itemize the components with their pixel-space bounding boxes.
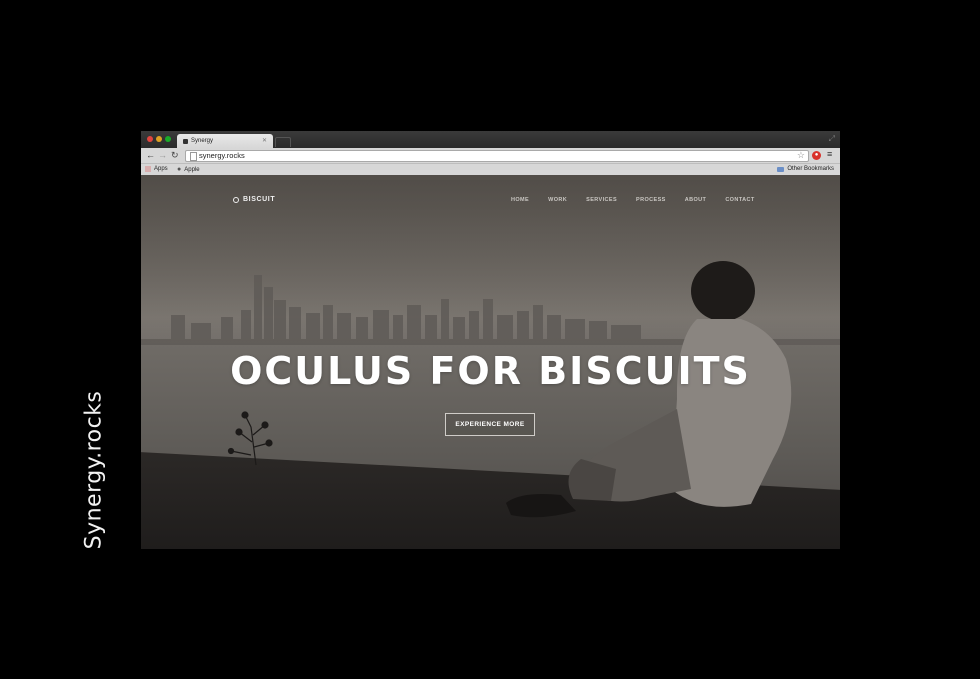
- back-arrow-icon[interactable]: ←: [146, 150, 155, 161]
- nav-home[interactable]: HOME: [511, 197, 529, 203]
- page-icon: [190, 152, 197, 161]
- bookmarks-bar: Apps ● Apple Other Bookmarks: [141, 164, 840, 175]
- menu-icon[interactable]: ≡: [827, 149, 832, 159]
- nav-work[interactable]: WORK: [548, 197, 567, 203]
- new-tab-button[interactable]: [275, 137, 291, 147]
- hero-title: OCULUS FOR BISCUITS: [230, 349, 751, 393]
- bookmark-apple-label: Apple: [184, 166, 200, 173]
- nav-about[interactable]: ABOUT: [685, 197, 707, 203]
- tab-synergy[interactable]: Synergy ✕: [177, 134, 273, 148]
- url-text[interactable]: synergy.rocks: [199, 151, 245, 161]
- bookmark-apps[interactable]: Apps: [145, 166, 168, 172]
- nav-contact[interactable]: CONTACT: [725, 197, 754, 203]
- fullscreen-icon[interactable]: ⤢: [829, 134, 835, 144]
- extension-icon[interactable]: ●: [812, 151, 821, 160]
- tab-favicon-icon: [183, 138, 188, 144]
- forward-arrow-icon[interactable]: →: [158, 150, 167, 161]
- browser-window: Synergy ✕ ⤢ ← → ↻ synergy.rocks ☆ ● ≡ Ap…: [141, 131, 840, 549]
- site-logo-text: BISCUIT: [243, 196, 276, 203]
- logo-icon: [233, 196, 239, 203]
- nav-services[interactable]: SERVICES: [586, 197, 617, 203]
- bookmark-apple[interactable]: ● Apple: [177, 166, 200, 173]
- experience-more-button[interactable]: EXPERIENCE MORE: [445, 413, 535, 436]
- other-bookmarks[interactable]: Other Bookmarks: [777, 166, 834, 172]
- browser-toolbar: ← → ↻ synergy.rocks ☆ ● ≡: [141, 148, 840, 164]
- nav-process[interactable]: PROCESS: [636, 197, 666, 203]
- star-icon[interactable]: ☆: [797, 150, 805, 161]
- maximize-window-icon[interactable]: [165, 136, 171, 142]
- reload-icon[interactable]: ↻: [171, 150, 179, 161]
- tab-close-icon[interactable]: ✕: [262, 137, 267, 144]
- plant-image: [227, 411, 273, 466]
- address-bar[interactable]: synergy.rocks ☆: [185, 150, 809, 162]
- apple-icon: ●: [177, 166, 182, 173]
- bookmark-apps-label: Apps: [154, 166, 168, 172]
- side-caption: Synergy.rocks: [81, 390, 107, 550]
- close-window-icon[interactable]: [147, 136, 153, 142]
- tab-title: Synergy: [191, 138, 214, 144]
- title-bar: Synergy ✕ ⤢: [141, 131, 840, 148]
- person-image: [506, 261, 792, 518]
- folder-icon: [777, 166, 785, 172]
- site-logo[interactable]: BISCUIT: [233, 196, 275, 203]
- page-viewport: BISCUIT HOME WORK SERVICES PROCESS ABOUT…: [141, 175, 840, 549]
- site-nav: HOME WORK SERVICES PROCESS ABOUT CONTACT: [511, 197, 774, 203]
- other-bookmarks-label: Other Bookmarks: [787, 166, 834, 172]
- minimize-window-icon[interactable]: [156, 136, 162, 142]
- apps-icon: [145, 166, 151, 172]
